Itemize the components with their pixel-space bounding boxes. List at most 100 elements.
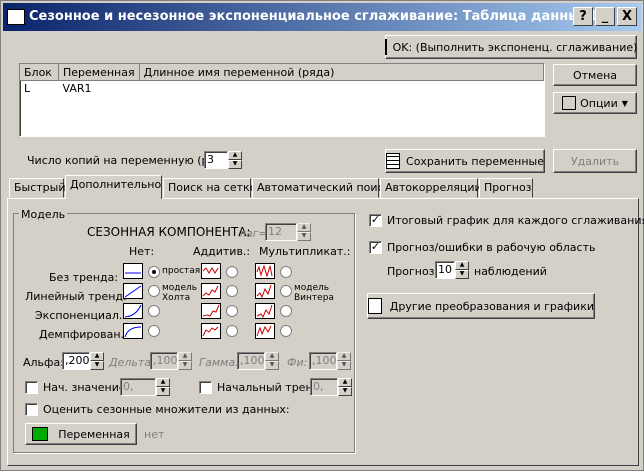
forecast-ws-label: Прогноз/ошибки в рабочую область (387, 241, 596, 254)
cell-variable: VAR1 (62, 82, 92, 95)
model-group-label: Модель (19, 208, 68, 221)
app-icon (7, 9, 25, 25)
variables-table[interactable]: Блок Переменная Длинное имя переменной (… (19, 63, 545, 137)
ok-button[interactable]: OK: (Выполнить экспоненц. сглаживание) (384, 35, 638, 59)
summary-plot-label: Итоговый график для каждого сглаживания (387, 214, 644, 227)
lag-input[interactable]: 12 (265, 223, 297, 241)
cell-long-name (139, 81, 543, 97)
cell-block: L (24, 82, 31, 95)
radio-none-linear[interactable] (148, 285, 160, 297)
radio-mult-linear[interactable] (280, 285, 292, 297)
phi-spinner[interactable]: ▲ ▼ (337, 352, 351, 370)
radio-add-no-trend[interactable] (226, 266, 238, 278)
green-arrow-icon (32, 427, 49, 441)
gamma-label: Гамма: (199, 356, 239, 369)
other-transforms-label: Другие преобразования и графики (389, 299, 594, 313)
copies-label: Число копий на переменную (ряд): (27, 154, 231, 167)
copies-input[interactable]: 3 (204, 151, 228, 169)
seasonal-label: СЕЗОННАЯ КОМПОНЕНТА: (87, 225, 251, 239)
linear-trend-icon (123, 283, 143, 299)
options-button[interactable]: Опции ▼ (553, 92, 637, 114)
lag-label: лаг= (239, 227, 268, 240)
variable-button[interactable]: Переменная (25, 423, 137, 445)
gamma-spinner[interactable]: ▲ ▼ (265, 352, 279, 370)
radio-none-exponential[interactable] (148, 305, 160, 317)
alpha-input[interactable]: ,200 (62, 352, 90, 370)
lag-spinner[interactable]: ▲ ▼ (297, 223, 311, 241)
forecast-input[interactable]: 10 (435, 261, 455, 279)
ok-button-label: OK: (Выполнить экспоненц. сглаживание) (392, 40, 638, 54)
estimate-seasonal-label: Оценить сезонные множители из данных: (43, 403, 290, 416)
forecast-spinner[interactable]: ▲ ▼ (455, 261, 469, 279)
copies-spinner[interactable]: ▲ ▼ (228, 151, 242, 169)
tab-grid-search[interactable]: Поиск на сетке (163, 178, 256, 198)
additive-exp-icon (201, 303, 221, 319)
delta-label: Дельта: (109, 356, 155, 369)
radio-none-damped[interactable] (148, 325, 160, 337)
help-button[interactable]: ? (573, 7, 593, 26)
row-damped-label: Демпфирован.: (39, 328, 128, 341)
delta-input[interactable]: ,100 (150, 352, 178, 370)
title-bar: Сезонное и несезонное экспоненциальное с… (3, 3, 641, 31)
delete-button[interactable]: Удалить (553, 149, 637, 173)
col-block: Блок (20, 64, 59, 81)
mult-linear-icon (255, 283, 275, 299)
radio-mult-damped[interactable] (280, 325, 292, 337)
window-title: Сезонное и несезонное экспоненциальное с… (29, 9, 598, 24)
alpha-spinner[interactable]: ▲ ▼ (90, 352, 104, 370)
tab-quick[interactable]: Быстрый (9, 178, 66, 198)
additive-damped-icon (201, 323, 221, 339)
save-vars-label: Сохранить переменные (406, 154, 544, 168)
table-icon (386, 153, 401, 169)
initial-trend-input[interactable]: 0, (310, 378, 338, 396)
variable-value: нет (144, 428, 165, 441)
delta-spinner[interactable]: ▲ ▼ (178, 352, 192, 370)
tab-auto-search[interactable]: Автоматический поиск (252, 178, 390, 198)
tab-forecast[interactable]: Прогноз (479, 178, 533, 198)
dialog-window: Сезонное и несезонное экспоненциальное с… (0, 0, 644, 471)
initial-trend-spinner[interactable]: ▲ ▼ (338, 378, 352, 396)
initial-trend-checkbox[interactable] (199, 381, 212, 394)
initial-value-checkbox[interactable] (25, 381, 38, 394)
table-row[interactable]: L VAR1 (20, 81, 544, 97)
close-button[interactable]: X (617, 7, 637, 26)
save-variables-button[interactable]: Сохранить переменные (385, 149, 545, 173)
initial-trend-label: Начальный тренд: (217, 381, 324, 394)
mult-damped-icon (255, 323, 275, 339)
forecast-ws-checkbox[interactable]: ✓ (369, 241, 382, 254)
radio-add-linear[interactable] (226, 285, 238, 297)
col-none-label: Нет: (129, 245, 155, 258)
summary-plot-checkbox[interactable]: ✓ (369, 214, 382, 227)
col-variable: Переменная (58, 64, 140, 81)
col-long-name: Длинное имя переменной (ряда) (139, 64, 545, 81)
chart-icon (368, 298, 382, 314)
radio-none-no-trend[interactable] (148, 266, 160, 278)
additive-flat-icon (201, 263, 221, 279)
tab-autocorrelations[interactable]: Автокорреляции (380, 178, 482, 198)
observations-label: наблюдений (474, 265, 547, 278)
simple-label: простая (162, 266, 201, 276)
minimize-button[interactable]: _ (595, 7, 615, 26)
initial-value-input[interactable]: 0, (120, 378, 156, 396)
estimate-seasonal-checkbox[interactable] (25, 403, 38, 416)
tab-advanced[interactable]: Дополнительно (65, 175, 162, 199)
radio-add-damped[interactable] (226, 325, 238, 337)
col-additive-label: Аддитив.: (193, 245, 251, 258)
radio-mult-no-trend[interactable] (280, 266, 292, 278)
radio-add-exponential[interactable] (226, 305, 238, 317)
variable-label: Переменная (58, 427, 130, 441)
other-transforms-button[interactable]: Другие преобразования и графики (367, 293, 595, 319)
phi-input[interactable]: ,100 (309, 352, 337, 370)
radio-mult-exponential[interactable] (280, 305, 292, 317)
cancel-button[interactable]: Отмена (553, 64, 637, 86)
phi-label: Фи: (287, 356, 308, 369)
mult-exp-icon (255, 303, 275, 319)
options-label: Опции (580, 96, 618, 110)
forecast-label: Прогноз (387, 265, 435, 278)
row-no-trend-label: Без тренда: (49, 271, 119, 284)
winters-label: модель Винтера (294, 283, 334, 303)
holt-label: модель Холта (162, 283, 198, 303)
gamma-input[interactable]: ,100 (237, 352, 265, 370)
options-icon (562, 96, 577, 110)
initial-value-spinner[interactable]: ▲ ▼ (156, 378, 170, 396)
